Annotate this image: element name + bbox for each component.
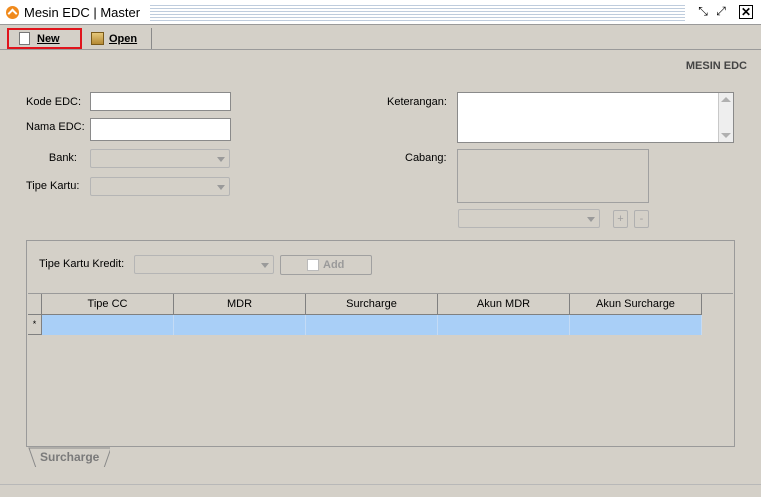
kode-edc-input[interactable] — [90, 92, 231, 111]
table-cell[interactable] — [42, 315, 174, 335]
scroll-up-icon[interactable] — [721, 97, 731, 102]
cabang-list[interactable] — [457, 149, 649, 203]
keterangan-scrollbar[interactable] — [718, 93, 733, 142]
document-icon — [19, 32, 30, 45]
table-cell[interactable] — [438, 315, 570, 335]
keterangan-textarea[interactable] — [457, 92, 734, 143]
column-header[interactable]: MDR — [174, 294, 306, 315]
chevron-down-icon — [217, 185, 225, 190]
cabang-select[interactable] — [458, 209, 600, 228]
column-header[interactable]: Akun MDR — [438, 294, 570, 315]
chevron-down-icon — [587, 217, 595, 222]
tipe-kartu-select[interactable] — [90, 177, 230, 196]
add-button-label: Add — [323, 259, 345, 271]
new-row-indicator: * — [28, 315, 42, 335]
add-button[interactable]: Add — [280, 255, 372, 275]
cabang-label: Cabang: — [405, 152, 447, 164]
table-cell[interactable] — [174, 315, 306, 335]
column-header[interactable]: Tipe CC — [42, 294, 174, 315]
tab-surcharge[interactable]: Surcharge — [40, 450, 99, 464]
maximize-icon[interactable]: ⤢ — [714, 5, 728, 19]
tipe-kartu-kredit-select[interactable] — [134, 255, 274, 274]
title-bar: Mesin EDC | Master ⤡ ⤢ ✕ — [0, 0, 761, 25]
bank-select[interactable] — [90, 149, 230, 168]
add-icon — [307, 259, 319, 271]
column-header[interactable]: Surcharge — [306, 294, 438, 315]
close-icon[interactable]: ✕ — [739, 5, 753, 19]
keterangan-label: Keterangan: — [387, 96, 447, 108]
tipe-kartu-label: Tipe Kartu: — [26, 180, 80, 192]
new-button-label: New — [37, 32, 60, 45]
title-bar-pattern — [150, 3, 685, 21]
folder-icon — [91, 32, 104, 45]
surcharge-grid[interactable]: Tipe CC MDR Surcharge Akun MDR Akun Surc… — [28, 293, 733, 444]
grid-corner — [28, 294, 42, 315]
tipe-kartu-kredit-label: Tipe Kartu Kredit: — [39, 258, 125, 270]
cabang-remove-button[interactable]: - — [634, 210, 649, 228]
open-button[interactable]: Open — [88, 28, 152, 49]
open-button-label: Open — [109, 32, 138, 45]
grid-header: Tipe CC MDR Surcharge Akun MDR Akun Surc… — [28, 294, 702, 315]
new-button[interactable]: New — [7, 28, 82, 49]
nama-edc-label: Nama EDC: — [26, 121, 85, 133]
table-row[interactable]: * — [28, 315, 702, 335]
chevron-down-icon — [261, 263, 269, 268]
restore-icon[interactable]: ⤡ — [696, 5, 710, 19]
column-header[interactable]: Akun Surcharge — [570, 294, 702, 315]
bank-label: Bank: — [48, 152, 77, 164]
section-title: MESIN EDC — [685, 60, 747, 72]
table-cell[interactable] — [306, 315, 438, 335]
kode-edc-label: Kode EDC: — [26, 96, 82, 108]
scroll-down-icon[interactable] — [721, 133, 731, 138]
app-icon — [6, 6, 19, 19]
table-cell[interactable] — [570, 315, 702, 335]
nama-edc-input[interactable] — [90, 118, 231, 141]
toolbar: New Open — [0, 26, 761, 50]
divider — [0, 484, 761, 485]
window-title: Mesin EDC | Master — [24, 5, 141, 20]
chevron-down-icon — [217, 157, 225, 162]
cabang-add-button[interactable]: + — [613, 210, 628, 228]
